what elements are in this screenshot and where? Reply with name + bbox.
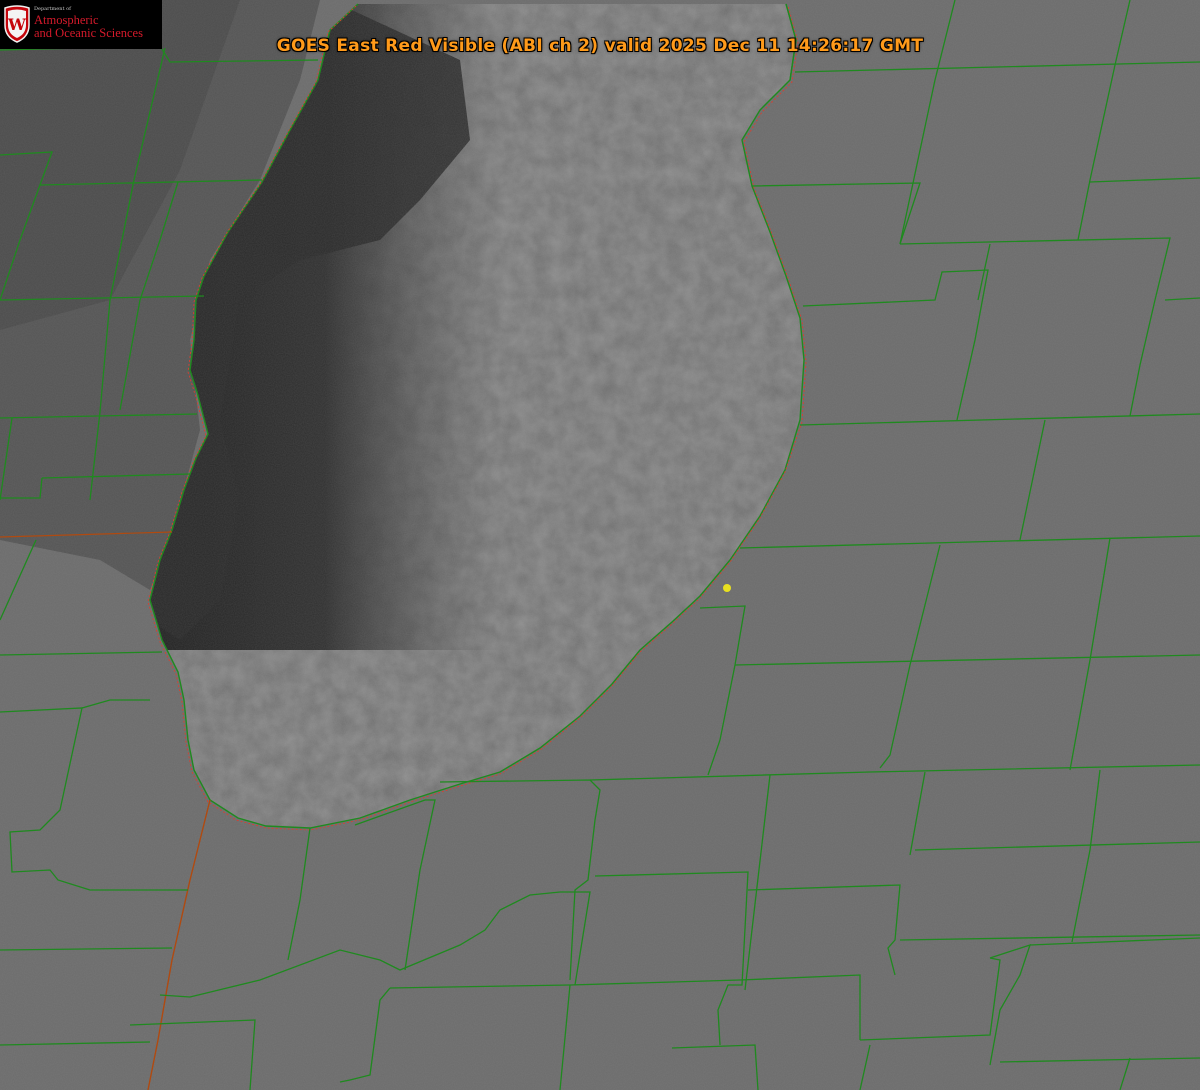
logo-department: Department of (34, 6, 71, 12)
satellite-viewer: W Department of Atmospheric and Oceanic … (0, 0, 1200, 1090)
crest-letter: W (7, 15, 27, 34)
image-title: GOES East Red Visible (ABI ch 2) valid 2… (276, 36, 924, 56)
satellite-map (0, 0, 1200, 1090)
station-marker (723, 584, 731, 592)
